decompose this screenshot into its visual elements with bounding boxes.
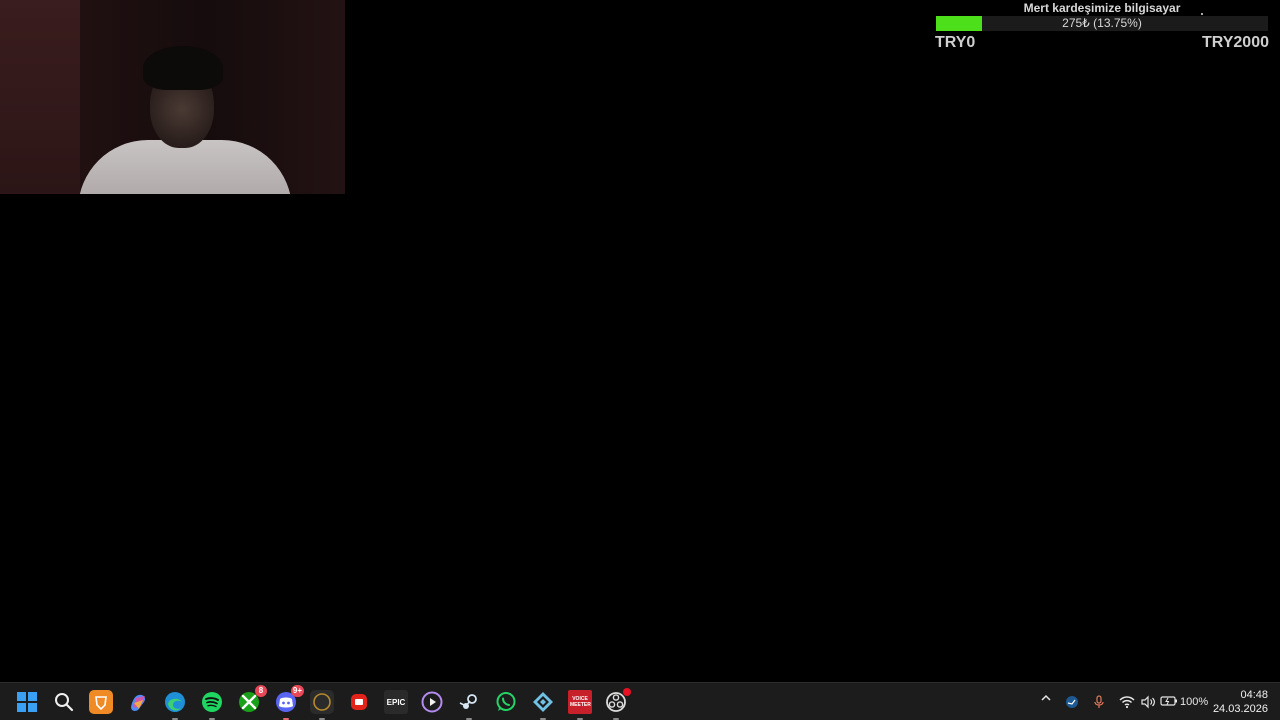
goal-progress-text: 275₺ (13.75%) — [1062, 16, 1142, 30]
media-player-icon — [421, 691, 443, 713]
steam-tray-icon — [1066, 696, 1078, 708]
obs-button[interactable] — [604, 688, 631, 720]
search-button[interactable] — [52, 690, 76, 714]
epic-games-icon: EPIC — [386, 697, 406, 707]
steam-tray-button[interactable] — [1065, 695, 1079, 712]
discord-badge: 9+ — [290, 685, 304, 697]
clock-time: 04:48 — [1240, 689, 1268, 701]
media-player-button[interactable] — [420, 690, 444, 714]
microphone-tray-button[interactable] — [1093, 695, 1105, 712]
xbox-badge: 8 — [255, 685, 267, 697]
goal-min-label: TRY0 — [935, 34, 976, 51]
wifi-tray-button[interactable] — [1119, 695, 1135, 712]
whatsapp-icon — [496, 692, 516, 711]
kodi-icon — [533, 692, 553, 712]
webcam-person-body — [78, 140, 292, 194]
search-icon — [55, 693, 74, 712]
volume-tray-button[interactable] — [1140, 695, 1156, 712]
overwolf-button[interactable] — [310, 690, 334, 720]
voicemeeter-icon: VOICE MEETER — [570, 696, 591, 708]
roblox-icon — [351, 694, 367, 710]
xbox-button[interactable]: 8 — [237, 685, 267, 714]
microphone-icon — [1094, 695, 1104, 708]
battery-charging-icon — [1160, 696, 1177, 706]
kodi-button[interactable] — [531, 690, 555, 720]
battery-percentage: 100% — [1180, 696, 1209, 708]
brave-button[interactable] — [89, 690, 113, 714]
show-hidden-icons-button[interactable] — [1040, 692, 1052, 707]
spotify-button[interactable] — [200, 690, 224, 720]
steam-button[interactable] — [457, 690, 481, 720]
stray-dot — [1201, 13, 1203, 15]
goal-progress-bar: 275₺ (13.75%) — [936, 16, 1268, 31]
donation-goal-widget: Mert kardeşimize bilgisayar 275₺ (13.75%… — [935, 0, 1269, 56]
brave-icon — [95, 696, 107, 710]
volume-icon — [1141, 695, 1155, 709]
start-button[interactable] — [15, 690, 39, 714]
discord-button[interactable]: 9+ — [274, 685, 304, 720]
whatsapp-button[interactable] — [494, 690, 518, 714]
steam-icon — [459, 694, 477, 709]
webcam-person-hair — [143, 46, 223, 90]
copilot-button[interactable] — [126, 690, 150, 714]
roblox-button[interactable] — [347, 690, 371, 714]
clock-date: 24.03.2026 — [1212, 703, 1268, 715]
battery-tray-button[interactable] — [1160, 695, 1178, 710]
voicemeeter-button[interactable]: VOICE MEETER — [568, 690, 592, 720]
chevron-up-icon — [1041, 694, 1051, 701]
goal-max-label: TRY2000 — [1202, 34, 1269, 51]
edge-icon — [165, 692, 185, 712]
webcam-overlay — [0, 0, 345, 194]
clock[interactable]: 04:48 24.03.2026 — [1213, 688, 1268, 716]
goal-title: Mert kardeşimize bilgisayar — [1023, 1, 1181, 15]
epic-games-button[interactable]: EPIC — [384, 690, 408, 714]
spotify-icon — [202, 692, 222, 712]
overwolf-icon — [313, 693, 331, 711]
edge-button[interactable] — [163, 690, 187, 720]
taskbar: 8 9+ EPIC VOICE MEETER 100% 04:48 24.03.… — [0, 682, 1280, 720]
wifi-icon — [1119, 696, 1135, 709]
start-icon — [16, 691, 38, 713]
webcam-background — [0, 0, 80, 194]
copilot-icon — [131, 694, 146, 711]
